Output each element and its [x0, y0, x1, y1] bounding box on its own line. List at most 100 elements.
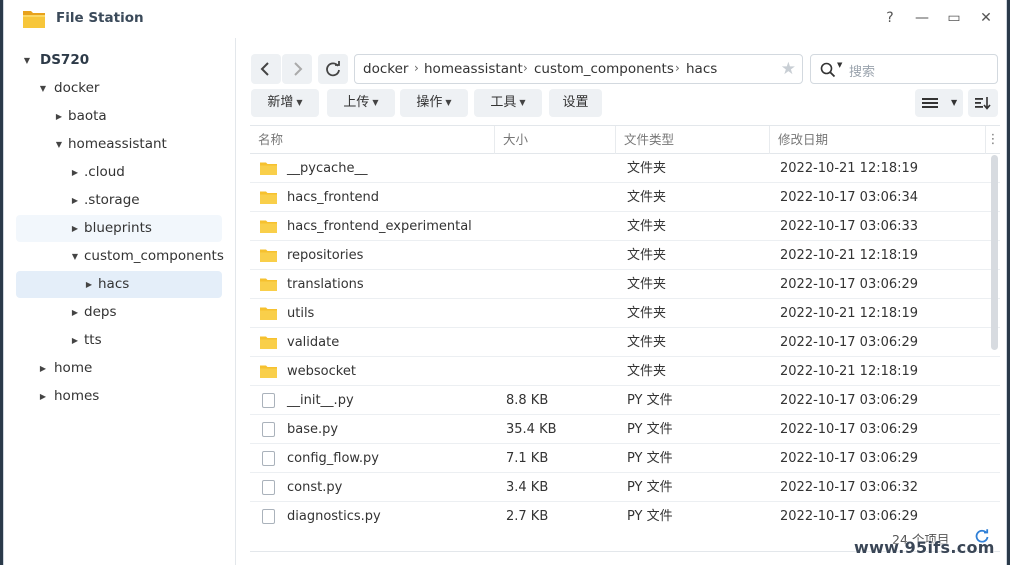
expanded-arrow-icon[interactable]: ▼: [52, 131, 66, 158]
file-modified: 2022-10-21 12:18:19: [780, 306, 919, 321]
tree-item-deps[interactable]: ▶ deps: [16, 299, 226, 326]
table-row[interactable]: translations 文件夹 2022-10-17 03:06:29: [250, 270, 1000, 299]
help-icon[interactable]: ?: [880, 8, 900, 28]
column-header-type[interactable]: 文件类型: [616, 126, 770, 154]
table-row[interactable]: websocket 文件夹 2022-10-21 12:18:19: [250, 357, 1000, 386]
collapsed-arrow-icon[interactable]: ▶: [82, 271, 96, 298]
new-button-label: 新增: [267, 95, 294, 110]
expanded-arrow-icon[interactable]: ▼: [20, 47, 34, 74]
breadcrumb-custom-components[interactable]: custom_components: [534, 61, 674, 77]
table-row[interactable]: __init__.py 8.8 KB PY 文件 2022-10-17 03:06:2…: [250, 386, 1000, 415]
file-type: 文件夹: [627, 364, 667, 379]
new-button[interactable]: 新增 ▼: [251, 89, 319, 117]
caret-down-icon: ▼: [445, 98, 452, 107]
breadcrumb-homeassistant[interactable]: homeassistant: [424, 61, 523, 77]
file-type: PY 文件: [627, 509, 673, 524]
upload-button[interactable]: 上传 ▼: [327, 89, 395, 117]
tree-item-label: tts: [84, 332, 102, 348]
minimize-icon[interactable]: —: [912, 8, 932, 28]
tree-item-cloud[interactable]: ▶ .cloud: [16, 159, 226, 186]
tree-item-label: home: [54, 360, 93, 376]
collapsed-arrow-icon[interactable]: ▶: [36, 355, 50, 382]
search-input[interactable]: ▼ 搜索: [810, 54, 998, 84]
table-row[interactable]: utils 文件夹 2022-10-21 12:18:19: [250, 299, 1000, 328]
table-row[interactable]: diagnostics.py 2.7 KB PY 文件 2022-10-17 03:0…: [250, 502, 1000, 525]
table-row[interactable]: repositories 文件夹 2022-10-21 12:18:19: [250, 241, 1000, 270]
forward-button[interactable]: [282, 54, 312, 84]
file-type: 文件夹: [627, 190, 667, 205]
search-options-caret-icon[interactable]: ▼: [837, 61, 842, 69]
file-modified: 2022-10-17 03:06:29: [780, 277, 919, 292]
expanded-arrow-icon[interactable]: ▼: [36, 75, 50, 102]
table-row[interactable]: hacs_frontend 文件夹 2022-10-17 03:06:34: [250, 183, 1000, 212]
column-options-icon[interactable]: ⋮: [986, 132, 1000, 147]
collapsed-arrow-icon[interactable]: ▶: [68, 327, 82, 354]
file-size: 7.1 KB: [506, 451, 549, 466]
folder-icon: [260, 278, 277, 291]
table-row[interactable]: base.py 35.4 KB PY 文件 2022-10-17 03:06:29: [250, 415, 1000, 444]
tree-item-label: DS720: [40, 52, 90, 68]
file-modified: 2022-10-21 12:18:19: [780, 161, 919, 176]
tools-button[interactable]: 工具 ▼: [474, 89, 542, 117]
breadcrumb-separator: ›: [675, 61, 680, 75]
refresh-button[interactable]: [318, 54, 348, 84]
breadcrumb-hacs[interactable]: hacs: [686, 61, 717, 77]
column-header-name[interactable]: 名称: [250, 126, 495, 154]
file-size: 8.8 KB: [506, 393, 549, 408]
table-row[interactable]: __pycache__ 文件夹 2022-10-21 12:18:19: [250, 154, 1000, 183]
tree-item-baota[interactable]: ▶ baota: [16, 103, 226, 130]
collapsed-arrow-icon[interactable]: ▶: [52, 103, 66, 130]
view-mode-button[interactable]: ▼: [915, 89, 963, 117]
title-bar: File Station ? — ▭ ✕: [4, 0, 1006, 38]
tree-item-storage[interactable]: ▶ .storage: [16, 187, 226, 214]
favorite-star-icon[interactable]: ★: [781, 59, 796, 79]
caret-down-icon: ▼: [372, 98, 379, 107]
folder-icon: [260, 249, 277, 262]
tree-item-home[interactable]: ▶ home: [16, 355, 226, 382]
tree-item-docker[interactable]: ▼ docker: [16, 75, 226, 102]
file-type: PY 文件: [627, 422, 673, 437]
tree-item-label: hacs: [98, 276, 130, 292]
file-size: 35.4 KB: [506, 422, 557, 437]
tree-item-custom-components[interactable]: ▼ custom_components: [16, 243, 226, 270]
scrollbar[interactable]: [991, 155, 998, 350]
table-row[interactable]: const.py 3.4 KB PY 文件 2022-10-17 03:06:32: [250, 473, 1000, 502]
chevron-right-icon: [294, 62, 303, 76]
column-header-modified[interactable]: 修改日期: [770, 126, 986, 154]
tree-item-label: homeassistant: [68, 136, 167, 152]
breadcrumb-separator: ›: [523, 61, 528, 75]
tree-item-homeassistant[interactable]: ▼ homeassistant: [16, 131, 226, 158]
file-name: translations: [287, 277, 364, 292]
expanded-arrow-icon[interactable]: ▼: [68, 243, 82, 270]
folder-icon: [260, 307, 277, 320]
file-modified: 2022-10-17 03:06:32: [780, 480, 919, 495]
folder-tree-sidebar: ▼ DS720 ▼ docker ▶ baota ▼ homeassistant…: [4, 38, 236, 565]
file-type: 文件夹: [627, 335, 667, 350]
breadcrumb-docker[interactable]: docker: [363, 61, 408, 77]
file-name: utils: [287, 306, 315, 321]
settings-button[interactable]: 设置: [549, 89, 602, 117]
close-icon[interactable]: ✕: [976, 8, 996, 28]
tree-item-hacs[interactable]: ▶ hacs: [16, 271, 222, 298]
file-name: __pycache__: [287, 161, 368, 176]
table-row[interactable]: validate 文件夹 2022-10-17 03:06:29: [250, 328, 1000, 357]
collapsed-arrow-icon[interactable]: ▶: [68, 159, 82, 186]
collapsed-arrow-icon[interactable]: ▶: [68, 187, 82, 214]
action-button[interactable]: 操作 ▼: [400, 89, 468, 117]
collapsed-arrow-icon[interactable]: ▶: [68, 215, 82, 242]
tree-item-ds720[interactable]: ▼ DS720: [16, 47, 226, 74]
table-row[interactable]: hacs_frontend_experimental 文件夹 2022-10-17 …: [250, 212, 1000, 241]
tree-item-blueprints[interactable]: ▶ blueprints: [16, 215, 222, 242]
collapsed-arrow-icon[interactable]: ▶: [36, 383, 50, 410]
tree-item-tts[interactable]: ▶ tts: [16, 327, 226, 354]
sort-button[interactable]: [968, 89, 998, 117]
back-button[interactable]: [251, 54, 281, 84]
maximize-icon[interactable]: ▭: [944, 8, 964, 28]
tree-item-homes[interactable]: ▶ homes: [16, 383, 226, 410]
file-name: websocket: [287, 364, 356, 379]
table-row[interactable]: config_flow.py 7.1 KB PY 文件 2022-10-17 03:0…: [250, 444, 1000, 473]
collapsed-arrow-icon[interactable]: ▶: [68, 299, 82, 326]
file-name: const.py: [287, 480, 343, 495]
column-header-size[interactable]: 大小: [495, 126, 616, 154]
file-icon: [262, 393, 275, 408]
